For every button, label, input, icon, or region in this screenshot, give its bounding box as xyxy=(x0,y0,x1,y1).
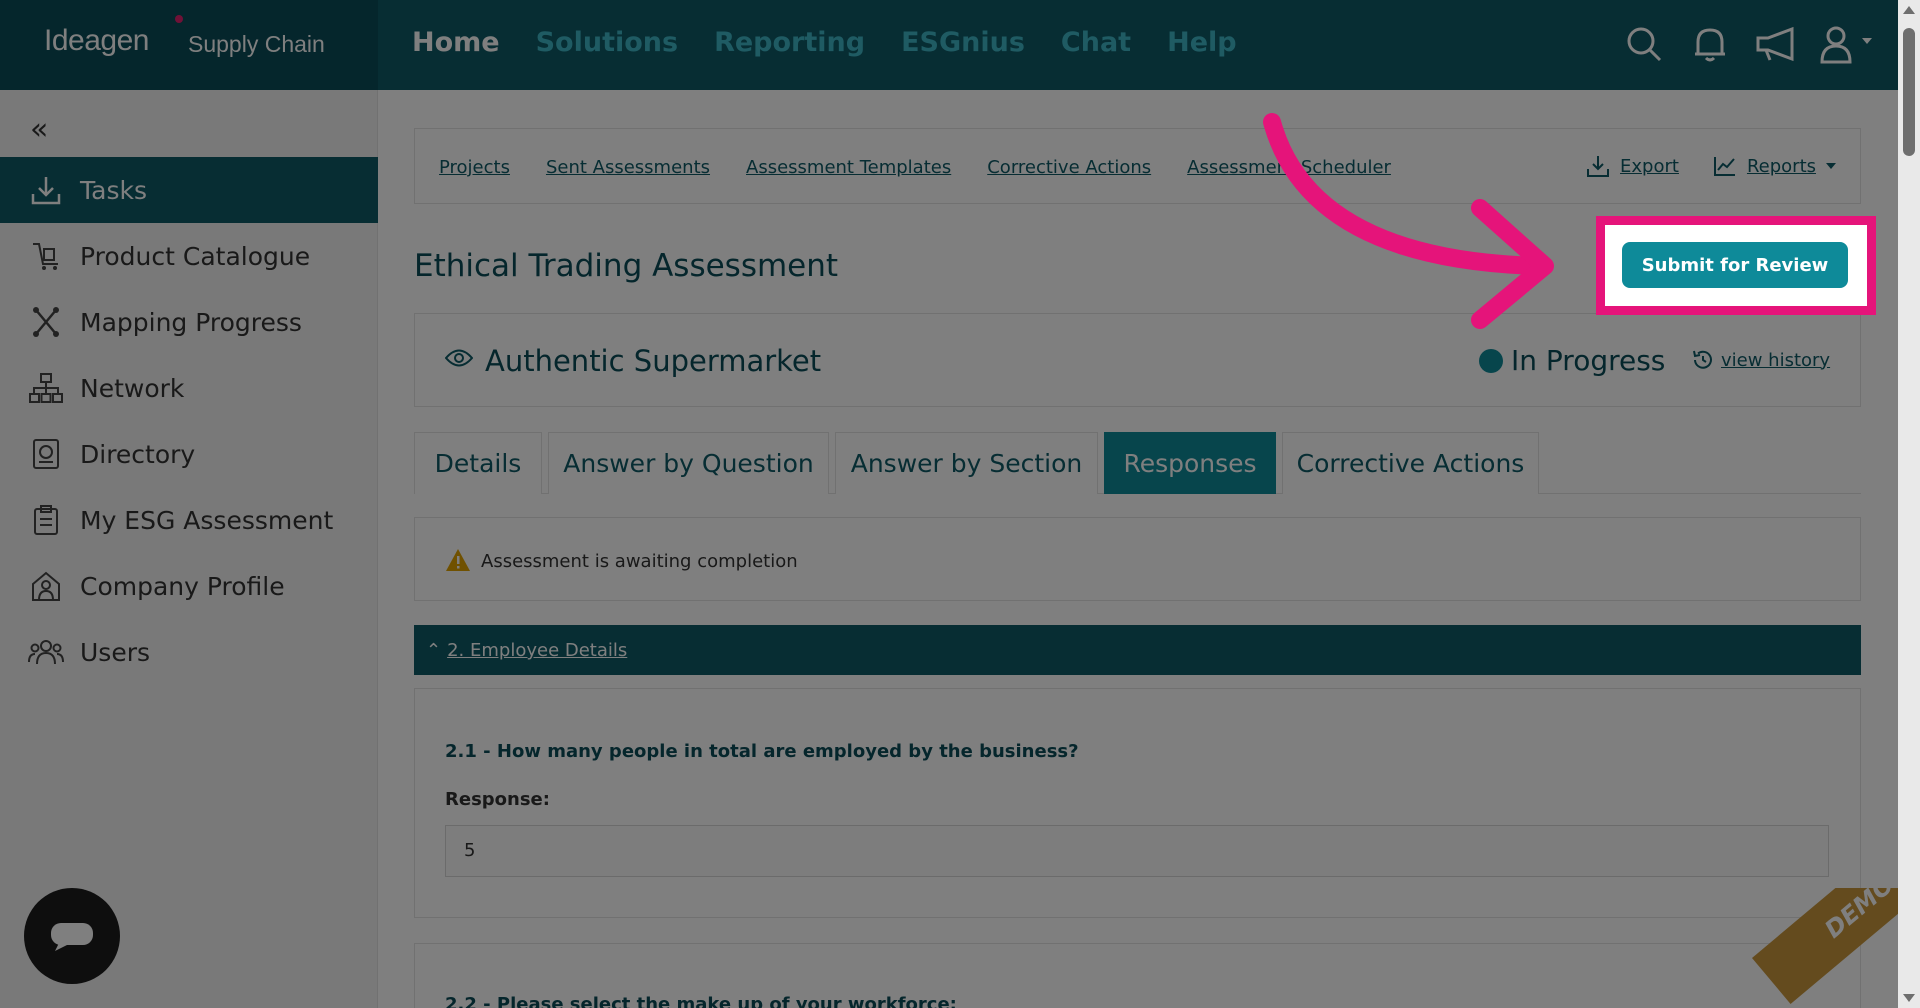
nav-esgnius[interactable]: ESGnius xyxy=(901,27,1025,58)
nav-chat[interactable]: Chat xyxy=(1061,27,1131,58)
question-card: 2.2 - Please select the make up of your … xyxy=(414,943,1861,1008)
export-label: Export xyxy=(1620,155,1679,177)
assessment-tabs: Details Answer by Question Answer by Sec… xyxy=(414,432,1861,494)
sidebar-item-label: My ESG Assessment xyxy=(80,505,334,535)
response-label: Response: xyxy=(445,789,550,810)
scroll-down-icon[interactable] xyxy=(1903,994,1915,1002)
nav-home[interactable]: Home xyxy=(412,27,500,58)
warning-icon xyxy=(445,548,471,576)
user-menu-icon[interactable] xyxy=(1820,22,1880,66)
chart-line-icon xyxy=(1713,157,1735,176)
section-header[interactable]: ⌃ 2. Employee Details xyxy=(414,625,1861,675)
bell-icon[interactable] xyxy=(1688,22,1732,66)
scroll-up-icon[interactable] xyxy=(1903,6,1915,14)
sidebar-item-label: Network xyxy=(80,373,185,403)
status-badge: In Progress xyxy=(1479,344,1665,377)
sub-nav: Projects Sent Assessments Assessment Tem… xyxy=(414,128,1861,204)
nav-reporting[interactable]: Reporting xyxy=(714,27,865,58)
sidebar-item-tasks[interactable]: Tasks xyxy=(0,157,378,223)
status-dot xyxy=(1479,348,1503,373)
chevron-up-icon: ⌃ xyxy=(426,640,442,661)
sidebar-item-network[interactable]: Network xyxy=(0,355,378,421)
caret-down-icon xyxy=(1826,163,1836,169)
clipboard-icon xyxy=(28,502,64,538)
demo-ribbon: DEMO xyxy=(1742,888,1898,1008)
trolley-icon xyxy=(28,238,64,274)
sidebar-item-label: Tasks xyxy=(80,175,147,205)
demo-label: DEMO xyxy=(1819,888,1898,944)
reports-label: Reports xyxy=(1746,155,1816,177)
page-scrollbar[interactable] xyxy=(1898,0,1920,1008)
view-history-label: view history xyxy=(1721,349,1831,371)
link-corrective-actions[interactable]: Corrective Actions xyxy=(987,157,1151,178)
demo-band: DEMO xyxy=(1752,888,1898,1004)
submit-highlight-frame: Submit for Review xyxy=(1596,216,1876,315)
export-icon xyxy=(1587,156,1610,177)
sidebar-item-my-esg-assessment[interactable]: My ESG Assessment xyxy=(0,487,378,553)
sidebar-item-label: Product Catalogue xyxy=(80,241,311,271)
supplier-panel: Authentic Supermarket In Progress view h… xyxy=(414,313,1861,407)
scroll-thumb[interactable] xyxy=(1903,28,1915,156)
status-label: In Progress xyxy=(1511,344,1666,377)
tab-corrective-actions[interactable]: Corrective Actions xyxy=(1282,432,1539,494)
export-link[interactable]: Export xyxy=(1586,154,1679,178)
chat-launcher-button[interactable] xyxy=(24,888,120,984)
building-icon xyxy=(28,568,64,604)
nav-help[interactable]: Help xyxy=(1167,27,1237,58)
sidebar-item-users[interactable]: Users xyxy=(0,619,378,685)
tab-answer-by-section[interactable]: Answer by Section xyxy=(835,432,1098,494)
view-history-link[interactable]: view history xyxy=(1691,348,1830,372)
directory-icon xyxy=(28,436,64,472)
awaiting-completion-alert: Assessment is awaiting completion xyxy=(414,517,1861,601)
users-icon xyxy=(28,634,64,670)
page-title: Ethical Trading Assessment xyxy=(414,248,839,284)
network-icon xyxy=(28,370,64,406)
logo-wordmark: Ideagen xyxy=(44,24,149,57)
chat-icon xyxy=(51,923,93,951)
link-assessment-templates[interactable]: Assessment Templates xyxy=(746,157,951,178)
supplier-name: Authentic Supermarket xyxy=(485,344,822,378)
nav-solutions[interactable]: Solutions xyxy=(536,27,678,58)
sidebar-item-label: Users xyxy=(80,637,151,667)
eye-icon[interactable] xyxy=(444,347,474,373)
sub-nav-actions: Export Reports xyxy=(1586,154,1836,178)
sidebar-item-company-profile[interactable]: Company Profile xyxy=(0,553,378,619)
response-field[interactable]: 5 xyxy=(445,825,1829,877)
sidebar-item-product-catalogue[interactable]: Product Catalogue xyxy=(0,223,378,289)
history-icon xyxy=(1693,350,1712,369)
question-text: 2.1 - How many people in total are emplo… xyxy=(445,741,1079,762)
alert-message: Assessment is awaiting completion xyxy=(481,551,798,572)
sidebar: « Tasks Product Catalogue Mapping Progre… xyxy=(0,90,378,1008)
section-toggle[interactable]: ⌃ 2. Employee Details xyxy=(426,640,627,661)
sidebar-item-label: Directory xyxy=(80,439,196,469)
question-card: 2.1 - How many people in total are emplo… xyxy=(414,688,1861,918)
sidebar-item-mapping-progress[interactable]: Mapping Progress xyxy=(0,289,378,355)
sidebar-item-directory[interactable]: Directory xyxy=(0,421,378,487)
brand-logo[interactable]: Ideagen Supply Chain xyxy=(0,0,378,90)
link-sent-assessments[interactable]: Sent Assessments xyxy=(546,157,710,178)
link-projects[interactable]: Projects xyxy=(439,157,510,178)
sidebar-item-label: Company Profile xyxy=(80,571,285,601)
tab-answer-by-question[interactable]: Answer by Question xyxy=(548,432,829,494)
logo-subtitle: Supply Chain xyxy=(188,31,325,57)
collapse-sidebar-icon[interactable]: « xyxy=(30,112,48,147)
mapping-icon xyxy=(28,304,64,340)
tutorial-arrow-icon xyxy=(1263,113,1554,329)
section-title: 2. Employee Details xyxy=(447,640,628,661)
top-header: Ideagen Supply Chain Home Solutions Repo… xyxy=(0,0,1920,90)
tab-details[interactable]: Details xyxy=(414,432,542,494)
download-tray-icon xyxy=(28,172,64,208)
search-icon[interactable] xyxy=(1622,22,1666,66)
submit-for-review-button[interactable]: Submit for Review xyxy=(1622,242,1848,288)
sidebar-item-label: Mapping Progress xyxy=(80,307,302,337)
reports-dropdown[interactable]: Reports xyxy=(1713,155,1836,177)
question-text: 2.2 - Please select the make up of your … xyxy=(445,994,957,1008)
header-icons xyxy=(1622,22,1880,66)
tab-responses[interactable]: Responses xyxy=(1104,432,1276,494)
megaphone-icon[interactable] xyxy=(1754,22,1798,66)
main-nav: Home Solutions Reporting ESGnius Chat He… xyxy=(412,27,1237,58)
logo-dot xyxy=(175,15,183,23)
